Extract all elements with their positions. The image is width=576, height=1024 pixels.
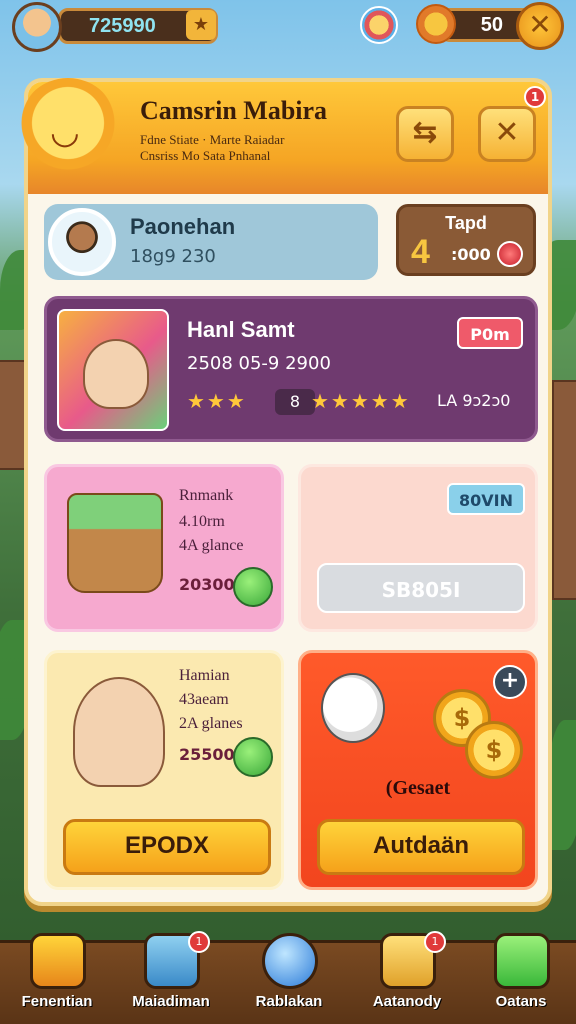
- coin-icon: $: [465, 721, 523, 779]
- shop-card-basket[interactable]: Rnmank 4.10rm 4A glance 20300: [44, 464, 284, 632]
- nav-badge: 1: [188, 931, 210, 953]
- background-leaf: [548, 720, 576, 850]
- notification-badge: 1: [524, 86, 546, 108]
- featured-art: [57, 309, 169, 431]
- sun-face-icon: ◡: [50, 112, 80, 152]
- card-price: 20300: [179, 575, 235, 594]
- shop-card-empty[interactable]: 80VIN SB805I: [298, 464, 538, 632]
- tapd-value: :000: [451, 245, 491, 264]
- disabled-bar[interactable]: SB805I: [317, 563, 525, 613]
- nav-label: Rablakan: [255, 993, 323, 1010]
- box-counter: 8: [275, 389, 315, 415]
- home-icon: [30, 933, 86, 989]
- nav-chest[interactable]: 1 Aatanody: [352, 931, 462, 1024]
- nav-label: Fenentian: [21, 993, 93, 1010]
- cat-character-icon: [83, 339, 149, 409]
- panel-subtitle-2: Cnsriss Mo Sata Pnhanal: [140, 148, 271, 163]
- featured-code: LA 9ɔ2ɔ0: [437, 391, 511, 410]
- nav-label: Oatans: [495, 993, 547, 1010]
- chat-icon: [494, 933, 550, 989]
- chick-mascot-icon: [321, 673, 385, 743]
- gift-basket-icon: [67, 493, 163, 593]
- world-icon[interactable]: [360, 6, 398, 44]
- card-title: Rnmank: [179, 487, 234, 504]
- card-label: (Gesaet: [385, 777, 451, 799]
- bottom-navigation: Fenentian 1 Maiadiman Rablakan 1 Aatanod…: [0, 931, 576, 1024]
- card-price: 25500: [179, 745, 235, 764]
- featured-card[interactable]: Hanl Samt 2508 05-9 2900 P0m ★★★ 8 ★★★★★…: [44, 296, 538, 442]
- profile-score: 18g9 230: [130, 246, 216, 267]
- panel-header: ◡ Camsrin Mabira Fdne Stiate · Marte Rai…: [18, 78, 548, 194]
- close-panel-button[interactable]: ✕: [478, 106, 536, 162]
- card-line-1: 43aeam: [179, 691, 229, 708]
- player-avatar[interactable]: [12, 2, 62, 52]
- featured-date: 2508 05-9 2900: [187, 353, 331, 374]
- nav-label: Aatanody: [372, 993, 442, 1010]
- gem-orb-icon: [233, 567, 273, 607]
- tapd-number: 4: [411, 233, 430, 271]
- collect-button[interactable]: Autdaän: [317, 819, 525, 875]
- shop-card-coins[interactable]: + $ $ (Gesaet Autdaän: [298, 650, 538, 890]
- gem-icon: [497, 241, 523, 267]
- nav-play[interactable]: Rablakan: [234, 933, 344, 1024]
- profile-name: Paonehan: [130, 214, 236, 239]
- card-title: Hamian: [179, 667, 230, 684]
- add-coins-button[interactable]: ★: [186, 10, 216, 40]
- cat-character-icon: [73, 677, 165, 787]
- main-panel: ◡ Camsrin Mabira Fdne Stiate · Marte Rai…: [18, 78, 552, 906]
- shop-card-cat[interactable]: Hamian 43aeam 2A glanes 25500 EPODX: [44, 650, 284, 890]
- close-icon[interactable]: ✕: [516, 2, 564, 50]
- nav-chat[interactable]: Oatans: [466, 933, 576, 1024]
- nav-badge: 1: [424, 931, 446, 953]
- star-rating-right: ★★★★★: [311, 389, 411, 413]
- nav-home[interactable]: Fenentian: [2, 933, 112, 1024]
- coin-value: 725990: [89, 15, 156, 37]
- nav-inventory[interactable]: 1 Maiadiman: [116, 931, 226, 1024]
- gem-orb-icon: [233, 737, 273, 777]
- tapd-card[interactable]: Tapd 4 :000: [396, 204, 536, 276]
- swap-button[interactable]: ⇆: [396, 106, 454, 162]
- orb-icon: [262, 933, 318, 989]
- nav-label: Maiadiman: [132, 993, 210, 1010]
- featured-title: Hanl Samt: [187, 317, 295, 342]
- heart-icon: [416, 4, 456, 44]
- panel-subtitle: Fdne Stiate · Marte Raiadar: [140, 132, 285, 147]
- card-badge[interactable]: 80VIN: [447, 483, 525, 515]
- top-hud: 725990 ★ 50 ✕: [0, 0, 576, 56]
- card-line-2: 4A glance: [179, 537, 244, 554]
- profile-card[interactable]: Paonehan 18g9 230: [44, 204, 378, 280]
- card-line-2: 2A glanes: [179, 715, 243, 732]
- star-rating-left: ★★★: [187, 389, 247, 413]
- panel-title: Camsrin Mabira: [140, 96, 328, 125]
- background-hut-right: [552, 380, 576, 600]
- profile-avatar: [48, 208, 116, 276]
- buy-button[interactable]: EPODX: [63, 819, 271, 875]
- featured-badge[interactable]: P0m: [457, 317, 523, 349]
- lives-value: 50: [480, 14, 503, 36]
- plus-icon[interactable]: +: [493, 665, 527, 699]
- card-line-1: 4.10rm: [179, 513, 225, 530]
- tapd-title: Tapd: [445, 213, 487, 233]
